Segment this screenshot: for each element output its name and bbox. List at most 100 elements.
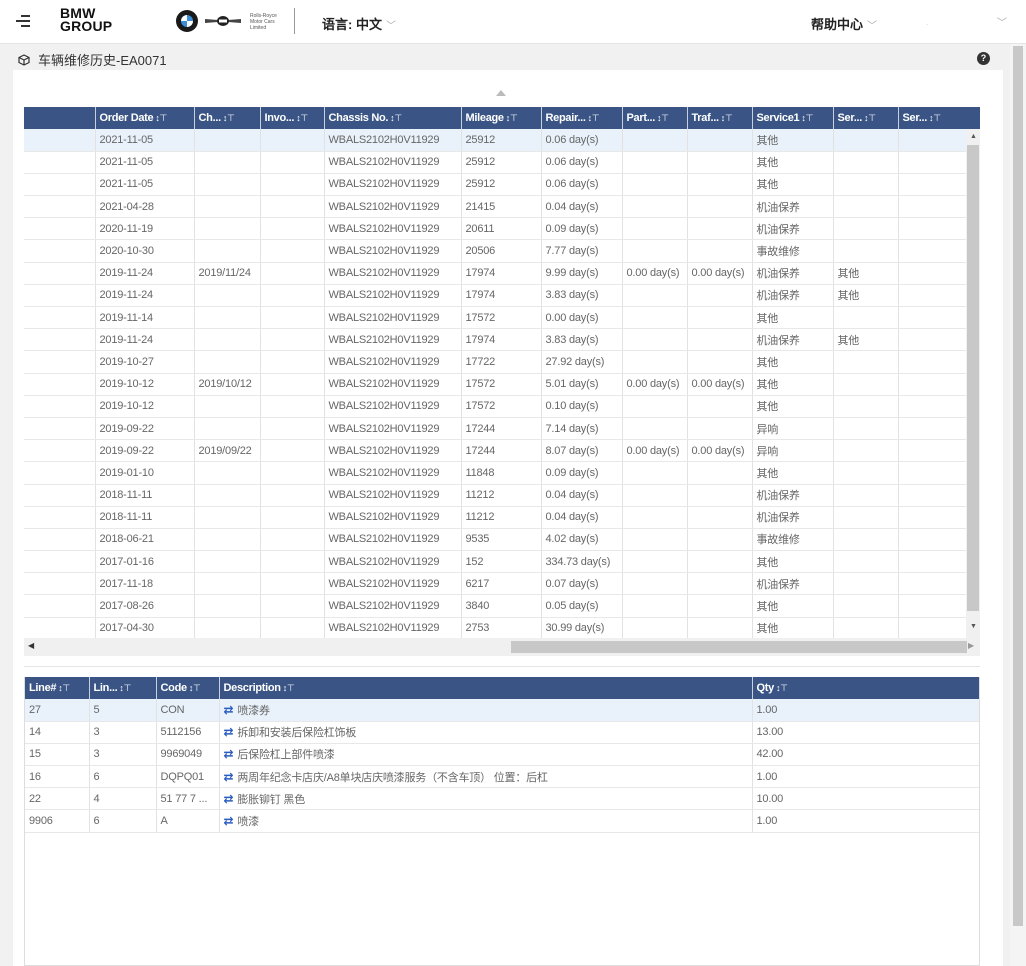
- swap-arrows-icon[interactable]: ⇄: [224, 770, 234, 784]
- order-header-4[interactable]: Chassis No. ↕⊤: [324, 107, 462, 129]
- order-header-11[interactable]: Ser... ↕⊤: [898, 107, 966, 129]
- order-row[interactable]: 2021-11-05 WBALS2102H0V11929 25912 0.06 day…: [24, 129, 966, 152]
- order-row[interactable]: 2018-06-21 WBALS2102H0V11929 9535 4.02 day(…: [24, 528, 966, 552]
- cell-text: 6: [93, 815, 100, 828]
- line-header-3[interactable]: Description ↕⊤: [219, 677, 753, 699]
- order-row[interactable]: 2018-11-11 WBALS2102H0V11929 11212 0.04 day…: [24, 506, 966, 529]
- table-cell: [194, 328, 261, 352]
- line-header-1[interactable]: Lin... ↕⊤: [89, 677, 157, 699]
- scrollbar-thumb[interactable]: [967, 145, 979, 611]
- menu-toggle-icon[interactable]: [16, 12, 30, 30]
- sort-filter-icon[interactable]: ↕⊤: [657, 113, 669, 123]
- sort-filter-icon[interactable]: ↕⊤: [801, 113, 813, 123]
- line-row[interactable]: 15 3 9969049 ⇄ 后保险杠上部件喷漆 42.00: [25, 743, 979, 767]
- order-row[interactable]: 2017-01-16 WBALS2102H0V11929 152 334.73 day…: [24, 550, 966, 574]
- sort-filter-icon[interactable]: ↕⊤: [588, 113, 600, 123]
- cell-text: 0.06 day(s): [545, 178, 599, 191]
- order-header-6[interactable]: Repair... ↕⊤: [541, 107, 623, 129]
- order-header-3[interactable]: Invo... ↕⊤: [260, 107, 325, 129]
- sort-filter-icon[interactable]: ↕⊤: [390, 113, 402, 123]
- page-scrollbar[interactable]: ▼: [1010, 44, 1026, 966]
- swap-arrows-icon[interactable]: ⇄: [224, 747, 234, 761]
- order-header-2[interactable]: Ch... ↕⊤: [194, 107, 261, 129]
- sort-filter-icon[interactable]: ↕⊤: [864, 113, 876, 123]
- order-header-7[interactable]: Part... ↕⊤: [622, 107, 688, 129]
- swap-arrows-icon[interactable]: ⇄: [224, 814, 234, 828]
- order-grid-vertical-scrollbar[interactable]: ▲ ▼: [966, 107, 980, 638]
- cell-text: 两周年纪念卡店庆/A8单块店庆喷漆服务（不含车顶） 位置：后杠: [237, 771, 548, 784]
- swap-arrows-icon[interactable]: ⇄: [224, 725, 234, 739]
- line-row[interactable]: 16 6 DQPQ01 ⇄ 两周年纪念卡店庆/A8单块店庆喷漆服务（不含车顶） 位置：后…: [25, 765, 979, 789]
- sort-filter-icon[interactable]: ↕⊤: [296, 113, 308, 123]
- sort-filter-icon[interactable]: ↕⊤: [776, 683, 788, 693]
- line-row[interactable]: 27 5 CON ⇄ 喷漆券 1.00: [25, 699, 979, 722]
- order-row[interactable]: 2020-10-30 WBALS2102H0V11929 20506 7.77 day…: [24, 239, 966, 263]
- line-row[interactable]: 14 3 5112156 ⇄ 拆卸和安装后保险杠饰板 13.00: [25, 721, 979, 744]
- column-label: Invo...: [264, 112, 295, 124]
- cell-text: 42.00: [756, 748, 784, 761]
- help-icon[interactable]: ?: [977, 52, 990, 65]
- sort-filter-icon[interactable]: ↕⊤: [506, 113, 518, 123]
- sort-filter-icon[interactable]: ↕⊤: [155, 113, 167, 123]
- scrollbar-thumb[interactable]: [1013, 46, 1023, 926]
- sort-filter-icon[interactable]: ↕⊤: [283, 683, 295, 693]
- table-cell: [622, 617, 688, 638]
- order-row[interactable]: 2019-11-24 WBALS2102H0V11929 17974 3.83 day…: [24, 328, 966, 352]
- order-row[interactable]: 2021-04-28 WBALS2102H0V11929 21415 0.04 day…: [24, 195, 966, 219]
- scroll-up-icon[interactable]: ▲: [970, 133, 977, 140]
- order-row[interactable]: 2017-04-30 WBALS2102H0V11929 2753 30.99 day…: [24, 617, 966, 638]
- sort-filter-icon[interactable]: ↕⊤: [223, 113, 235, 123]
- order-row[interactable]: 2019-11-14 WBALS2102H0V11929 17572 0.00 day…: [24, 306, 966, 330]
- order-row[interactable]: 2019-10-12 WBALS2102H0V11929 17572 0.10 day…: [24, 395, 966, 418]
- table-cell: [260, 328, 325, 352]
- scroll-right-icon[interactable]: ▶: [968, 641, 974, 650]
- order-row[interactable]: 2019-10-27 WBALS2102H0V11929 17722 27.92 da…: [24, 350, 966, 374]
- language-selector[interactable]: 语言: 中文 ﹀: [322, 14, 396, 33]
- line-header-2[interactable]: Code ↕⊤: [156, 677, 220, 699]
- line-row[interactable]: 9906 6 A ⇄ 喷漆 1.00: [25, 809, 979, 833]
- cell-text: WBALS2102H0V11929: [328, 355, 440, 368]
- order-row[interactable]: 2020-11-19 WBALS2102H0V11929 20611 0.09 day…: [24, 217, 966, 241]
- user-menu[interactable]: .: [926, 18, 928, 27]
- order-header-0[interactable]: [24, 107, 96, 129]
- order-row[interactable]: 2019-09-22 2019/09/22 WBALS2102H0V11929 172…: [24, 439, 966, 463]
- order-header-9[interactable]: Service1 ↕⊤: [752, 107, 834, 129]
- column-label: Qty: [756, 682, 775, 694]
- order-row[interactable]: 2019-11-24 2019/11/24 WBALS2102H0V11929 179…: [24, 262, 966, 285]
- scrollbar-thumb[interactable]: [511, 641, 967, 653]
- chevron-down-icon[interactable]: ﹀: [997, 14, 1007, 29]
- line-header-4[interactable]: Qty ↕⊤: [752, 677, 979, 699]
- table-cell: 30.99 day(s): [541, 617, 623, 638]
- order-row[interactable]: 2019-09-22 WBALS2102H0V11929 17244 7.14 day…: [24, 417, 966, 441]
- cell-text: 0.00 day(s): [691, 378, 745, 391]
- order-row[interactable]: 2019-01-10 WBALS2102H0V11929 11848 0.09 day…: [24, 461, 966, 485]
- order-row[interactable]: 2019-10-12 2019/10/12 WBALS2102H0V11929 175…: [24, 373, 966, 396]
- swap-arrows-icon[interactable]: ⇄: [224, 703, 234, 717]
- table-cell: 0.06 day(s): [541, 129, 623, 152]
- order-row[interactable]: 2021-11-05 WBALS2102H0V11929 25912 0.06 day…: [24, 151, 966, 174]
- line-header-0[interactable]: Line# ↕⊤: [25, 677, 90, 699]
- order-row[interactable]: 2018-11-11 WBALS2102H0V11929 11212 0.04 day…: [24, 484, 966, 507]
- sort-filter-icon[interactable]: ↕⊤: [721, 113, 733, 123]
- table-cell: 3: [89, 743, 157, 767]
- order-row[interactable]: 2017-08-26 WBALS2102H0V11929 3840 0.05 day(…: [24, 594, 966, 618]
- order-row[interactable]: 2021-11-05 WBALS2102H0V11929 25912 0.06 day…: [24, 173, 966, 197]
- help-center-menu[interactable]: 帮助中心 ﹀: [811, 14, 877, 33]
- sort-filter-icon[interactable]: ↕⊤: [929, 113, 941, 123]
- scroll-left-icon[interactable]: ◀: [28, 641, 34, 650]
- scroll-down-icon[interactable]: ▼: [970, 623, 977, 630]
- collapse-up-icon[interactable]: [496, 90, 506, 96]
- swap-arrows-icon[interactable]: ⇄: [224, 792, 234, 806]
- sort-filter-icon[interactable]: ↕⊤: [119, 683, 131, 693]
- order-header-8[interactable]: Traf... ↕⊤: [687, 107, 753, 129]
- order-header-5[interactable]: Mileage ↕⊤: [461, 107, 542, 129]
- order-row[interactable]: 2019-11-24 WBALS2102H0V11929 17974 3.83 day…: [24, 284, 966, 308]
- order-grid-horizontal-scrollbar[interactable]: ◀ ▶: [24, 638, 980, 656]
- order-header-10[interactable]: Ser... ↕⊤: [833, 107, 899, 129]
- sort-filter-icon[interactable]: ↕⊤: [58, 683, 70, 693]
- table-cell: 2019-11-24: [95, 262, 195, 285]
- order-header-1[interactable]: Order Date ↕⊤: [95, 107, 195, 129]
- sort-filter-icon[interactable]: ↕⊤: [189, 683, 201, 693]
- order-row[interactable]: 2017-11-18 WBALS2102H0V11929 6217 0.07 day(…: [24, 572, 966, 596]
- line-row[interactable]: 22 4 51 77 7 ... ⇄ 膨胀铆钉 黑色 10.00: [25, 787, 979, 811]
